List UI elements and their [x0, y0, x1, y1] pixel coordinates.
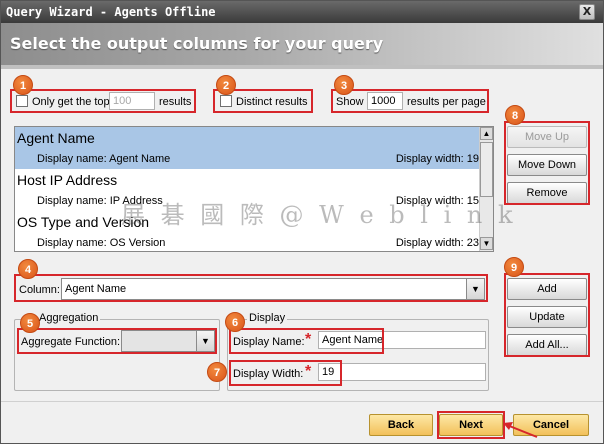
column-select-value: Agent Name — [65, 283, 127, 295]
callout-1: 1 — [13, 75, 33, 95]
scroll-down-icon[interactable]: ▼ — [480, 237, 493, 250]
results-label: results — [159, 96, 192, 108]
aggregate-label: Aggregate Function: — [21, 336, 121, 348]
title-bar: Query Wizard - Agents Offline X — [1, 1, 603, 23]
callout-3: 3 — [334, 75, 354, 95]
display-name-label: Display Name: — [233, 336, 305, 348]
callout-2: 2 — [216, 75, 236, 95]
wizard-header: Select the output columns for your query — [1, 23, 603, 65]
page-title: Select the output columns for your query — [10, 34, 384, 53]
remove-button[interactable]: Remove — [507, 182, 587, 204]
update-button[interactable]: Update — [507, 306, 587, 328]
only-top-label: Only get the top — [32, 96, 110, 108]
next-button[interactable]: Next — [439, 414, 503, 436]
aggregate-select[interactable]: ▼ — [121, 330, 215, 352]
watermark-text: 展 碁 國 際 @ W e b l i n k — [121, 201, 517, 229]
callout-9: 9 — [504, 257, 524, 277]
required-marker: * — [305, 363, 312, 380]
display-name-input[interactable]: Agent Name — [318, 331, 486, 349]
window-title: Query Wizard - Agents Offline — [6, 5, 216, 19]
distinct-label: Distinct results — [236, 96, 308, 108]
selected-columns-list[interactable]: Agent Name Display name: Agent Name Disp… — [14, 126, 494, 252]
column-display-name: Display name: Agent Name — [37, 153, 171, 165]
column-display-width: Display width: 23 — [395, 237, 479, 249]
scroll-thumb[interactable] — [480, 142, 493, 197]
callout-5: 5 — [20, 313, 40, 333]
only-top-checkbox[interactable] — [16, 95, 28, 107]
scroll-up-icon[interactable]: ▲ — [480, 127, 493, 140]
add-all-button[interactable]: Add All... — [507, 334, 587, 356]
display-legend: Display — [247, 312, 288, 324]
column-display-width: Display width: 19 — [395, 153, 479, 165]
display-width-label: Display Width: — [233, 368, 304, 380]
dropdown-arrow-icon[interactable]: ▼ — [196, 331, 214, 351]
callout-8: 8 — [505, 105, 525, 125]
required-marker: * — [305, 331, 312, 348]
column-name: Host IP Address — [17, 172, 118, 188]
show-label: Show — [336, 96, 364, 108]
add-button[interactable]: Add — [507, 278, 587, 300]
back-button[interactable]: Back — [369, 414, 433, 436]
move-down-button[interactable]: Move Down — [507, 154, 587, 176]
only-top-input[interactable]: 100 — [109, 92, 155, 110]
callout-4: 4 — [18, 259, 38, 279]
display-width-input[interactable]: 19 — [318, 363, 486, 381]
next-pointer-arrow-icon — [503, 422, 538, 438]
column-display-name: Display name: OS Version — [37, 237, 166, 249]
aggregation-legend: Aggregation — [37, 312, 101, 324]
dropdown-arrow-icon[interactable]: ▼ — [466, 279, 484, 299]
list-scrollbar[interactable]: ▲ ▼ — [479, 127, 493, 251]
column-name: Agent Name — [17, 130, 95, 146]
close-button[interactable]: X — [579, 4, 595, 20]
distinct-checkbox[interactable] — [220, 95, 232, 107]
move-up-button[interactable]: Move Up — [507, 126, 587, 148]
per-page-label: results per page — [407, 96, 486, 108]
list-item-agent-name[interactable]: Agent Name Display name: Agent Name Disp… — [15, 127, 481, 169]
column-label: Column: — [19, 284, 60, 296]
show-count-input[interactable]: 1000 — [367, 92, 403, 110]
callout-6: 6 — [225, 312, 245, 332]
column-select[interactable]: Agent Name ▼ — [61, 278, 485, 300]
callout-7: 7 — [207, 362, 227, 382]
query-wizard-window: Query Wizard - Agents Offline X Select t… — [0, 0, 604, 444]
